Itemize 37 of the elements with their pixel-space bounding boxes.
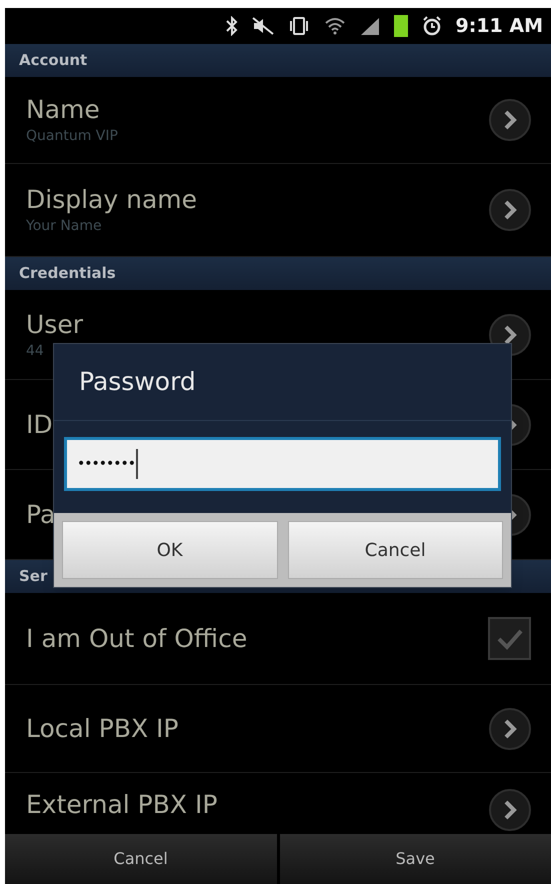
dialog-title: Password [54, 344, 511, 421]
preference-title: Name [26, 94, 101, 126]
mute-icon [252, 17, 274, 35]
chevron-right-icon[interactable] [489, 99, 531, 141]
preference-row[interactable]: Local PBX IP [5, 685, 551, 773]
preference-row[interactable]: External PBX IP [5, 773, 551, 834]
preference-summary: Your Name [26, 217, 103, 236]
preference-row[interactable]: Name Quantum VIP [5, 77, 551, 164]
section-title: Credentials [19, 263, 116, 284]
preference-title: Display name [26, 184, 198, 216]
preference-title: I am Out of Office [26, 622, 248, 654]
battery-icon [394, 15, 408, 37]
preference-title: Pa [26, 498, 56, 530]
bluetooth-icon [226, 16, 238, 36]
password-field[interactable]: •••••••• [64, 437, 501, 491]
preference-title: ID [26, 408, 54, 440]
preference-summary: 44 [26, 342, 45, 360]
dialog-button[interactable]: Cancel [288, 521, 503, 579]
bottom-bar-button[interactable]: Cancel [5, 834, 276, 884]
alarm-icon [422, 16, 442, 36]
chevron-right-icon[interactable] [489, 708, 531, 750]
section-title: Ser [19, 566, 48, 588]
preference-summary: Quantum VIP [26, 127, 119, 146]
dialog-button[interactable]: OK [62, 521, 278, 579]
preference-title: External PBX IP [26, 789, 218, 821]
wifi-icon [324, 17, 346, 35]
vibrate-icon [288, 16, 310, 36]
section-title: Account [19, 50, 88, 72]
bottom-bar-button[interactable]: Save [280, 834, 551, 884]
checkbox[interactable] [488, 617, 531, 660]
preference-title: Local PBX IP [26, 712, 180, 744]
chevron-right-icon[interactable] [489, 789, 531, 831]
chevron-right-icon[interactable] [489, 189, 531, 231]
status-time: 9:11 AM [456, 14, 543, 39]
preference-title: User [26, 308, 84, 340]
signal-icon [360, 17, 380, 35]
preference-row[interactable]: I am Out of Office [5, 593, 551, 685]
